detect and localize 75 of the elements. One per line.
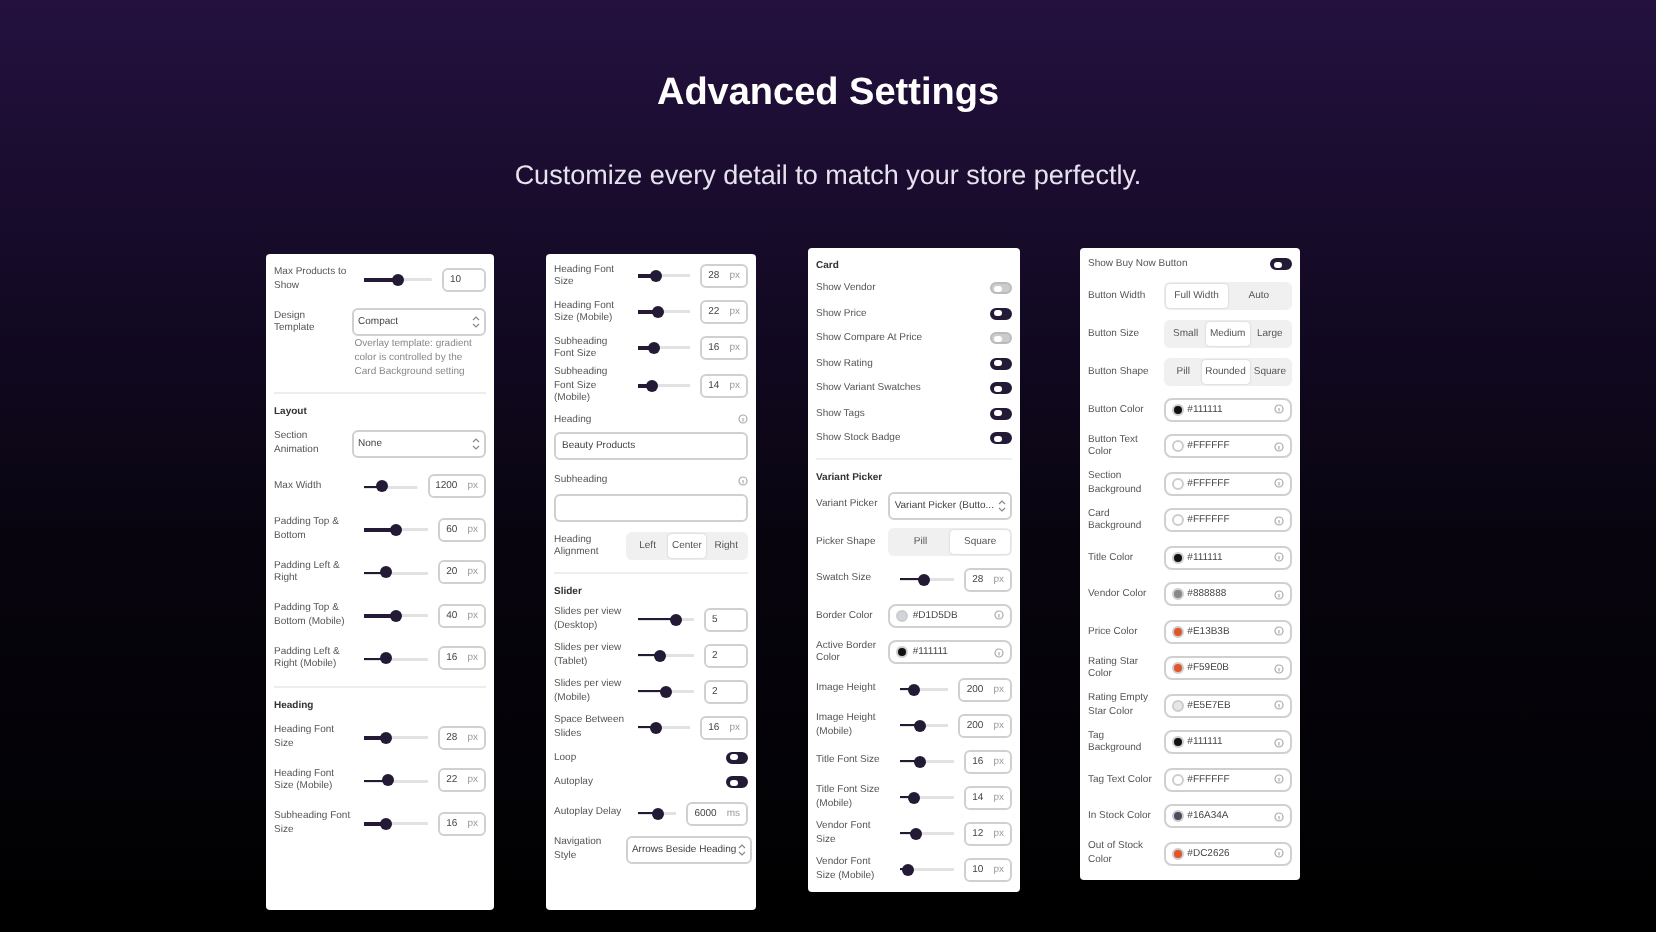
info-icon xyxy=(738,414,748,425)
chevron-icon xyxy=(472,316,480,329)
info-icon xyxy=(1274,663,1284,674)
toggle-switch[interactable] xyxy=(990,407,1012,420)
toggle-switch[interactable] xyxy=(990,382,1012,395)
color-swatch[interactable] xyxy=(1171,551,1184,564)
page-title: Advanced Settings xyxy=(656,72,1000,116)
slider-thumb[interactable] xyxy=(649,270,662,282)
slider-thumb[interactable] xyxy=(659,685,672,697)
chevron-icon xyxy=(998,499,1006,511)
slider-thumb[interactable] xyxy=(910,827,923,839)
toggle-switch[interactable] xyxy=(726,751,748,764)
info-icon xyxy=(1274,515,1284,526)
toggle-switch[interactable] xyxy=(990,282,1012,295)
slider-thumb[interactable] xyxy=(917,573,930,585)
slider-thumb[interactable] xyxy=(913,719,926,731)
slider-thumb[interactable] xyxy=(392,273,405,286)
color-swatch[interactable] xyxy=(1171,440,1184,453)
color-swatch[interactable] xyxy=(1171,773,1184,786)
toggle-switch[interactable] xyxy=(726,776,748,789)
slider-thumb[interactable] xyxy=(902,863,915,875)
info-icon xyxy=(1274,811,1284,822)
slider-thumb[interactable] xyxy=(649,721,662,733)
slider-thumb[interactable] xyxy=(907,683,920,695)
slider-thumb[interactable] xyxy=(380,566,393,579)
toggle-switch[interactable] xyxy=(990,357,1012,370)
chevron-icon xyxy=(472,437,480,450)
info-icon xyxy=(1274,626,1284,637)
toggle-switch[interactable] xyxy=(990,332,1012,345)
slider-thumb[interactable] xyxy=(380,652,393,665)
slider-thumb[interactable] xyxy=(390,523,403,536)
info-icon xyxy=(1274,700,1284,711)
toggle-switch[interactable] xyxy=(990,432,1012,445)
slider-thumb[interactable] xyxy=(380,817,393,830)
slider-thumb[interactable] xyxy=(652,807,665,819)
color-swatch[interactable] xyxy=(896,609,909,622)
info-icon xyxy=(1274,404,1284,415)
color-swatch[interactable] xyxy=(1171,403,1184,416)
info-icon xyxy=(1274,441,1284,452)
page-subtitle: Customize every detail to match your store perfectly. xyxy=(514,160,1142,190)
info-icon xyxy=(994,610,1004,621)
color-swatch[interactable] xyxy=(1171,588,1184,601)
chevron-icon xyxy=(738,843,747,855)
color-swatch[interactable] xyxy=(896,646,909,659)
slider-thumb[interactable] xyxy=(908,791,921,803)
info-icon xyxy=(1274,774,1284,785)
color-swatch[interactable] xyxy=(1171,514,1184,527)
slider-thumb[interactable] xyxy=(380,731,393,744)
info-icon xyxy=(738,475,748,486)
slider[interactable] xyxy=(900,863,955,875)
color-swatch[interactable] xyxy=(1171,477,1184,490)
slider-thumb[interactable] xyxy=(390,609,403,622)
color-swatch[interactable] xyxy=(1171,736,1184,749)
toggle-switch[interactable] xyxy=(1270,258,1292,271)
slider-thumb[interactable] xyxy=(647,342,660,354)
text-field[interactable] xyxy=(554,493,748,521)
slider-thumb[interactable] xyxy=(913,755,925,767)
slider-thumb[interactable] xyxy=(653,649,666,661)
slider-thumb[interactable] xyxy=(382,774,395,787)
info-icon xyxy=(994,647,1004,658)
color-swatch[interactable] xyxy=(1171,662,1184,675)
color-swatch[interactable] xyxy=(1171,847,1184,860)
color-swatch[interactable] xyxy=(1171,810,1184,823)
color-swatch[interactable] xyxy=(1171,625,1184,638)
slider-thumb[interactable] xyxy=(645,379,658,392)
info-icon xyxy=(1274,589,1284,600)
slider-thumb[interactable] xyxy=(376,480,389,493)
slider-thumb[interactable] xyxy=(670,613,683,625)
color-swatch[interactable] xyxy=(1171,699,1184,712)
info-icon xyxy=(1274,552,1284,563)
info-icon xyxy=(1274,478,1284,489)
info-icon xyxy=(1274,737,1284,748)
toggle-switch[interactable] xyxy=(990,307,1012,320)
slider-thumb[interactable] xyxy=(651,306,664,318)
info-icon xyxy=(1274,848,1284,859)
